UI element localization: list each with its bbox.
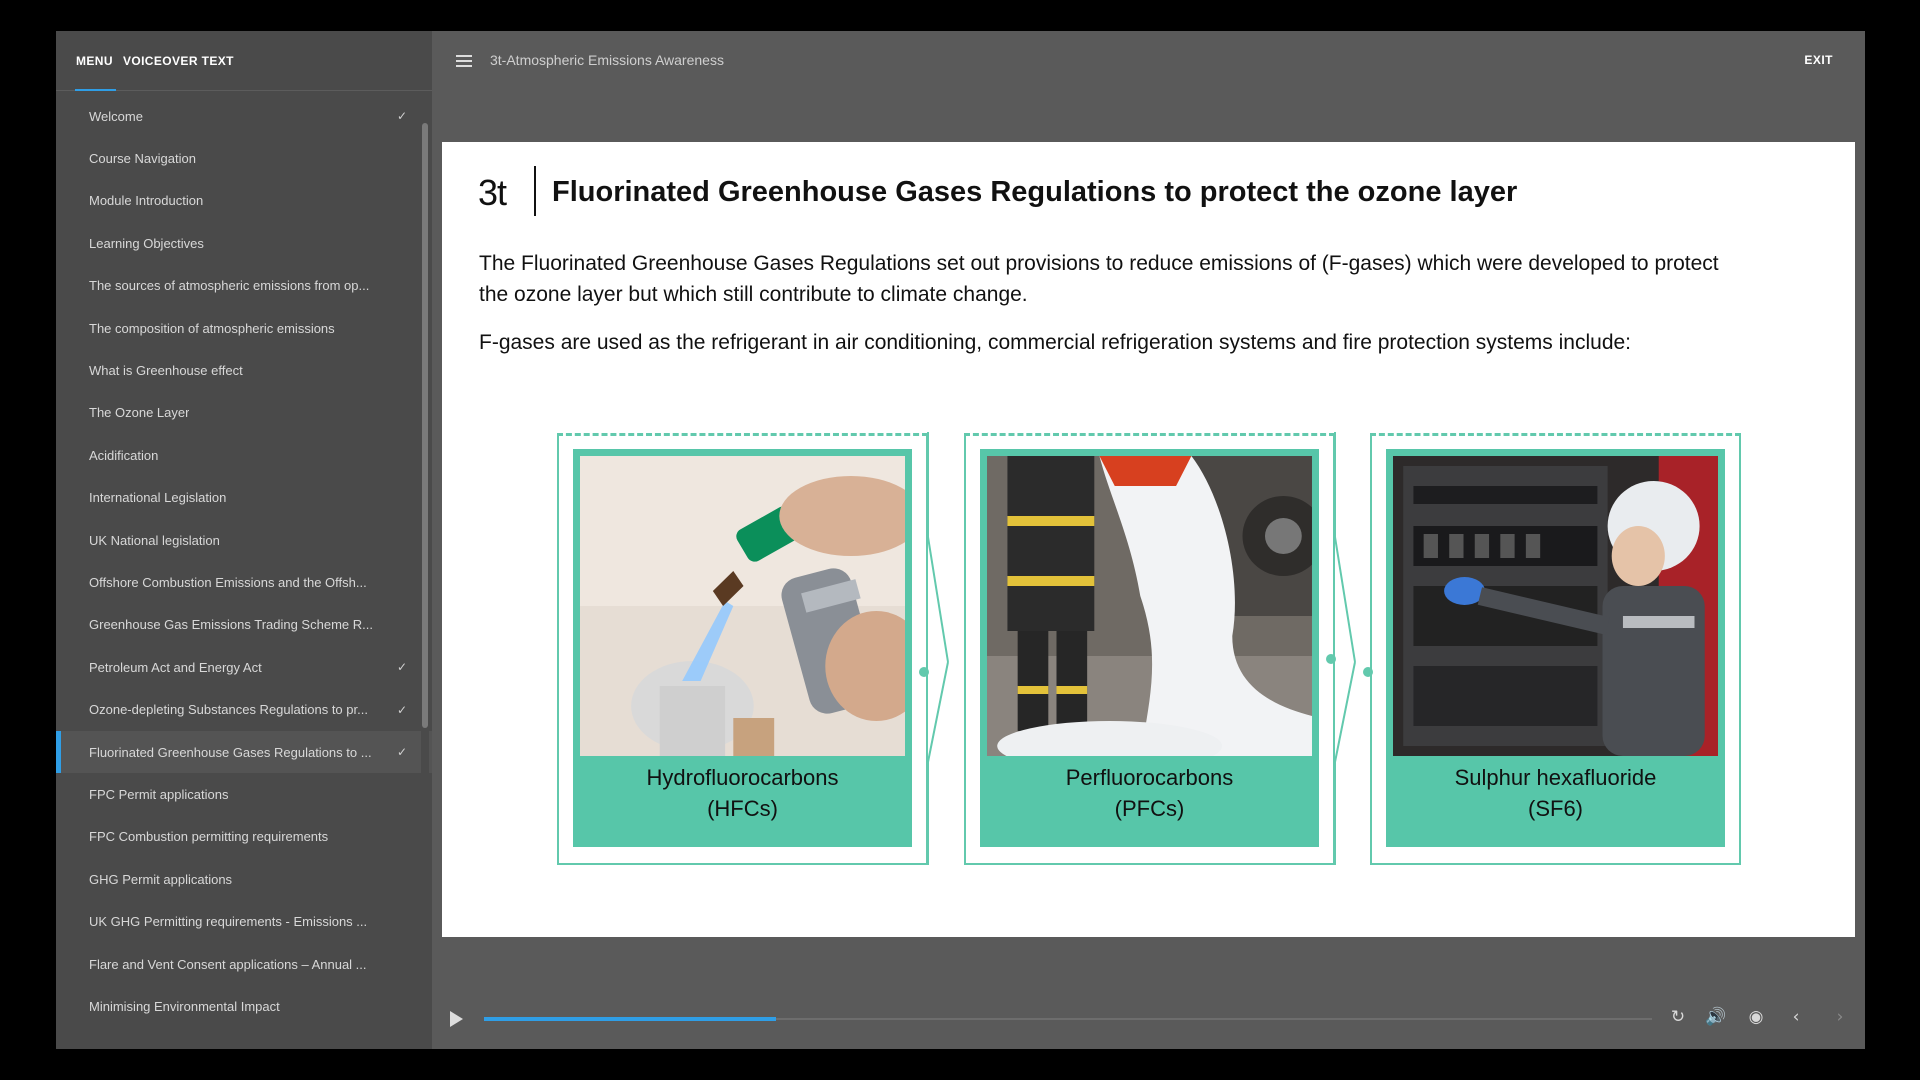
sidebar-item-label: International Legislation — [89, 490, 227, 506]
tab-voiceover-text[interactable]: VOICEOVER TEXT — [123, 54, 234, 68]
sidebar-item[interactable]: FPC Permit applications — [56, 773, 432, 815]
sidebar-item-label: Course Navigation — [89, 151, 196, 167]
sidebar-item[interactable]: Greenhouse Gas Emissions Trading Scheme … — [56, 604, 432, 646]
card-caption: Hydrofluorocarbons (HFCs) — [573, 762, 912, 824]
checkmark-icon: ✓ — [396, 745, 408, 760]
sidebar-item[interactable]: Petroleum Act and Energy Act ✓ — [56, 646, 432, 688]
card-caption-line2: (HFCs) — [707, 796, 778, 821]
sidebar-item-label: Offshore Combustion Emissions and the Of… — [89, 574, 367, 590]
card-caption-line2: (PFCs) — [1114, 796, 1185, 821]
sidebar-item-label: The Ozone Layer — [89, 405, 190, 421]
sidebar-item-label: Minimising Environmental Impact — [89, 998, 280, 1014]
sidebar-item[interactable]: Learning Objectives — [56, 222, 432, 264]
sidebar-item[interactable]: Ozone-depleting Substances Regulations t… — [56, 688, 432, 730]
sidebar-item[interactable]: Acidification — [56, 434, 432, 476]
card-caption-line1: Perfluorocarbons — [1065, 765, 1234, 790]
sidebar-item-label: FPC Combustion permitting requirements — [89, 829, 329, 845]
connector-line — [1334, 536, 1356, 663]
card-pfcs: Perfluorocarbons (PFCs) — [964, 433, 1335, 865]
sidebar-item[interactable]: Flare and Vent Consent applications – An… — [56, 943, 432, 985]
card-caption: Sulphur hexafluoride (SF6) — [1386, 762, 1725, 824]
sidebar-tabs: MENU VOICEOVER TEXT — [56, 31, 432, 91]
sidebar-item-label: Greenhouse Gas Emissions Trading Scheme … — [89, 617, 373, 633]
usage-paragraph: F-gases are used as the refrigerant in a… — [479, 331, 1632, 354]
replay-icon[interactable]: ↻ — [1667, 1007, 1689, 1027]
sidebar-item-label: UK GHG Permitting requirements - Emissio… — [89, 914, 368, 930]
card-sf6: Sulphur hexafluoride (SF6) — [1370, 433, 1741, 865]
sidebar-item[interactable]: The composition of atmospheric emissions — [56, 307, 432, 349]
card-caption: Perfluorocarbons (PFCs) — [980, 762, 1319, 824]
title-divider — [534, 166, 536, 216]
sidebar-item-label: Acidification — [89, 447, 159, 463]
progress-bar[interactable] — [484, 1017, 1652, 1021]
connector-line — [927, 661, 949, 763]
menu-list: Welcome ✓ Course Navigation Module Introduc… — [56, 91, 432, 1028]
main-area: 3t-Atmospheric Emissions Awareness EXIT … — [432, 31, 1865, 1049]
blowtorch-photo — [580, 456, 905, 756]
electrician-panel-photo — [1393, 456, 1718, 756]
slide-title: Fluorinated Greenhouse Gases Regulations… — [552, 176, 1518, 208]
sidebar-item-label: The composition of atmospheric emissions — [89, 320, 335, 336]
sidebar-item[interactable]: FPC Combustion permitting requirements — [56, 816, 432, 858]
sidebar-item[interactable]: UK GHG Permitting requirements - Emissio… — [56, 900, 432, 942]
sidebar-item-label: Petroleum Act and Energy Act — [89, 659, 262, 675]
tab-menu[interactable]: MENU — [76, 54, 113, 68]
card-caption-line2: (SF6) — [1528, 796, 1583, 821]
volume-icon[interactable]: 🔊 — [1705, 1007, 1727, 1027]
sidebar-item-label: Module Introduction — [89, 193, 204, 209]
checkmark-icon: ✓ — [396, 660, 408, 675]
checkmark-icon: ✓ — [396, 702, 408, 717]
exit-button[interactable]: EXIT — [1804, 53, 1833, 67]
sidebar-item[interactable]: Course Navigation — [56, 137, 432, 179]
sidebar-item-label: Flare and Vent Consent applications – An… — [89, 956, 367, 972]
sidebar-item-label: GHG Permit applications — [89, 871, 233, 887]
sidebar-item-label: The sources of atmospheric emissions fro… — [89, 278, 370, 294]
sidebar-item[interactable]: Fluorinated Greenhouse Gases Regulations… — [56, 730, 432, 774]
play-icon[interactable] — [450, 1011, 463, 1027]
captions-icon[interactable]: ◉ — [1745, 1007, 1767, 1027]
sidebar-item[interactable]: Minimising Environmental Impact — [56, 985, 432, 1027]
sidebar-item-label: UK National legislation — [89, 532, 220, 548]
media-player-bar: ↻ 🔊 ◉ ‹ › — [432, 989, 1865, 1049]
next-icon[interactable]: › — [1829, 1007, 1851, 1027]
sidebar-item[interactable]: The Ozone Layer — [56, 392, 432, 434]
sidebar-item[interactable]: Welcome ✓ — [56, 95, 432, 137]
sidebar: MENU VOICEOVER TEXT Welcome ✓ Course Navig… — [56, 31, 432, 1049]
connector-line — [1334, 661, 1356, 763]
card-caption-line1: Sulphur hexafluoride — [1454, 765, 1657, 790]
sidebar-item[interactable]: Module Introduction — [56, 180, 432, 222]
top-bar: 3t-Atmospheric Emissions Awareness EXIT — [432, 31, 1865, 91]
sidebar-item[interactable]: The sources of atmospheric emissions fro… — [56, 265, 432, 307]
sidebar-scrollbar-thumb[interactable] — [422, 123, 428, 728]
sidebar-item[interactable]: GHG Permit applications — [56, 858, 432, 900]
card-panel: Sulphur hexafluoride (SF6) — [1386, 449, 1725, 847]
connector-line — [927, 536, 949, 663]
sidebar-item-label: Ozone-depleting Substances Regulations t… — [89, 702, 368, 718]
card-hfcs: Hydrofluorocarbons (HFCs) — [557, 433, 928, 865]
card-panel: Perfluorocarbons (PFCs) — [980, 449, 1319, 847]
course-title: 3t-Atmospheric Emissions Awareness — [490, 52, 724, 68]
sidebar-item[interactable]: UK National legislation — [56, 519, 432, 561]
card-caption-line1: Hydrofluorocarbons — [646, 765, 839, 790]
sidebar-item-label: What is Greenhouse effect — [89, 363, 243, 379]
sidebar-item[interactable]: Offshore Combustion Emissions and the Of… — [56, 561, 432, 603]
hamburger-menu-icon[interactable] — [456, 55, 472, 67]
sidebar-item-label: Learning Objectives — [89, 235, 204, 251]
sidebar-item-label: Fluorinated Greenhouse Gases Regulations… — [89, 744, 372, 760]
checkmark-icon: ✓ — [396, 109, 408, 124]
slide: 3t Fluorinated Greenhouse Gases Regulati… — [442, 142, 1855, 937]
firefighter-foam-photo — [987, 456, 1312, 756]
sidebar-item-label: Welcome — [89, 108, 143, 124]
intro-paragraph: The Fluorinated Greenhouse Gases Regulat… — [479, 252, 1719, 306]
progress-fill — [484, 1017, 776, 1021]
sidebar-item-label: FPC Permit applications — [89, 786, 229, 802]
sidebar-item[interactable]: International Legislation — [56, 477, 432, 519]
sidebar-item[interactable]: What is Greenhouse effect — [56, 349, 432, 391]
card-panel: Hydrofluorocarbons (HFCs) — [573, 449, 912, 847]
3t-logo: 3t — [478, 172, 507, 213]
prev-icon[interactable]: ‹ — [1785, 1007, 1807, 1027]
